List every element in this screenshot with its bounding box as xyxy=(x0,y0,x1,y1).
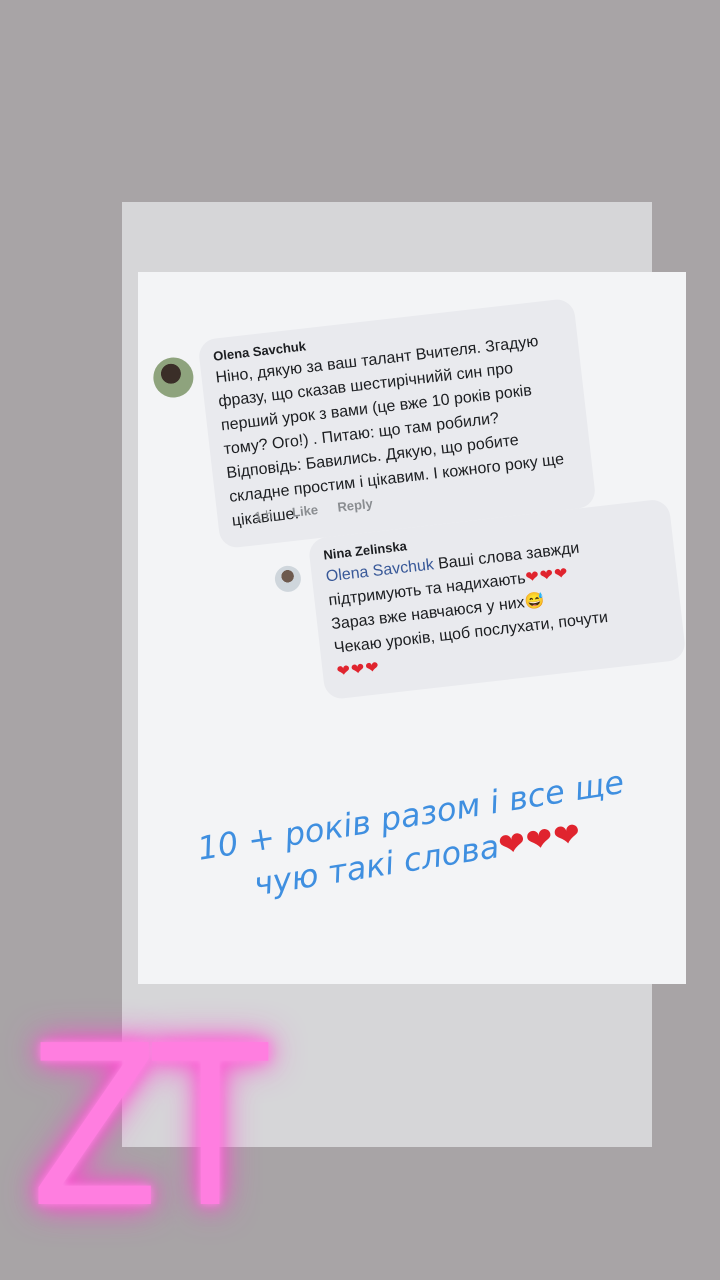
hearts-icon: ❤❤❤ xyxy=(335,659,381,681)
comment-time[interactable]: 1 h xyxy=(254,507,274,524)
comment-text: Ніно, дякую за ваш талант Вчителя. Згаду… xyxy=(214,333,565,530)
like-button[interactable]: Like xyxy=(291,502,319,520)
sweat-smile-emoji-icon: 😅 xyxy=(523,591,546,612)
comment-screenshot: Olena Savchuk Ніно, дякую за ваш талант … xyxy=(132,219,703,755)
hearts-icon: ❤❤❤ xyxy=(524,565,570,587)
olena-avatar[interactable] xyxy=(151,355,196,400)
nina-avatar[interactable] xyxy=(273,564,303,594)
zt-neon-logo: ZT xyxy=(30,999,268,1257)
